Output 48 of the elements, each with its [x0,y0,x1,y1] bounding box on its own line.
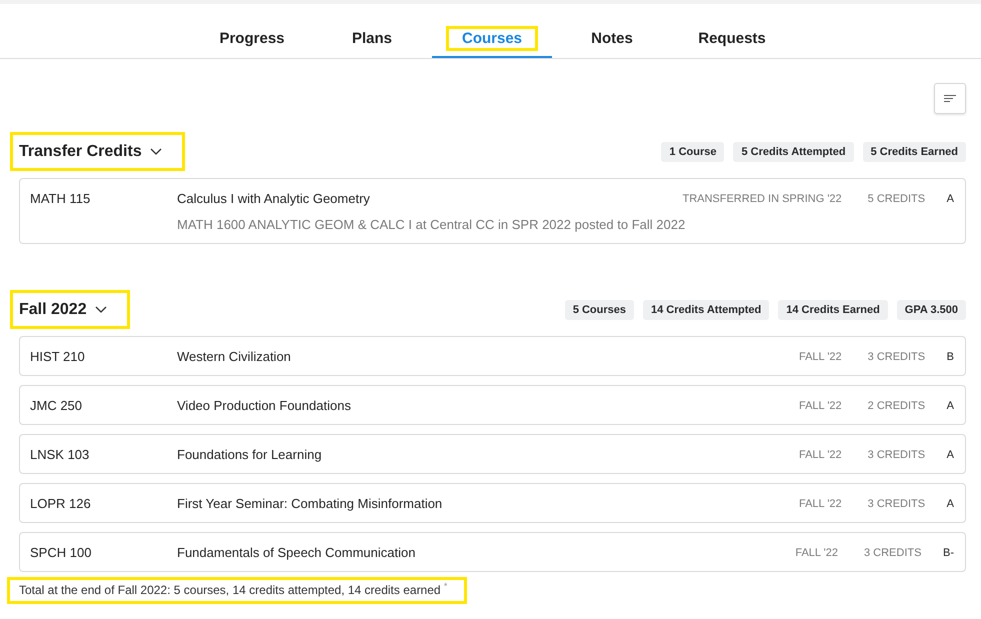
course-credits: 2 CREDITS [868,399,926,414]
course-code: LNSK 103 [30,447,90,463]
course-grade: A [946,399,954,414]
course-code: MATH 115 [30,191,90,207]
course-note: MATH 1600 ANALYTIC GEOM & CALC I at Central CC in SPR 2022 posted to Fall 2022 [177,217,686,233]
course-title: Fundamentals of Speech Communication [177,545,416,561]
course-credits: 3 CREDITS [864,546,922,561]
course-grade: A [946,448,954,463]
course-credits: 5 CREDITS [868,192,926,207]
course-code: SPCH 100 [30,545,92,561]
course-grade: B- [943,546,954,561]
stat-badge: 1 Course [661,142,724,162]
sort-button[interactable] [934,83,966,114]
section-toggle[interactable]: Transfer Credits [10,132,185,171]
section-toggle[interactable]: Fall 2022 [10,290,130,329]
course-title: Western Civilization [177,349,291,365]
course-credits: 3 CREDITS [868,448,926,463]
stat-badge: 5 Courses [564,300,634,320]
course-title: Video Production Foundations [177,398,351,414]
course-code: JMC 250 [30,398,82,414]
stat-badge: 14 Credits Earned [778,300,888,320]
tab[interactable]: Progress [192,4,312,58]
course-title: Calculus I with Analytic Geometry [177,191,370,207]
course-grade: A [946,192,954,207]
tab[interactable]: Courses [432,4,552,58]
stat-badge: 5 Credits Earned [862,142,966,162]
tab[interactable]: Notes [552,4,672,58]
course-title: Foundations for Learning [177,447,322,463]
course-term: TRANSFERRED IN SPRING '22 [682,192,842,207]
course-term: FALL '22 [798,497,842,512]
stat-badge: GPA 3.500 [896,300,966,320]
stat-badge: 5 Credits Attempted [733,142,854,162]
course-term: FALL '22 [798,350,842,365]
stat-badge: 14 Credits Attempted [643,300,770,320]
course-term: FALL '22 [798,399,842,414]
tab[interactable]: Plans [312,4,432,58]
term-total-text: Total at the end of Fall 2022: 5 courses, 14 credits attempted, 14 credits earned $^{*}$ [7,577,468,604]
course-grade: A [946,497,954,512]
course-term: FALL '22 [798,448,842,463]
course-code: LOPR 126 [30,496,91,512]
course-credits: 3 CREDITS [868,497,926,512]
course-term: FALL '22 [795,546,838,561]
tab[interactable]: Requests [672,4,792,58]
course-code: HIST 210 [30,349,85,365]
sort-icon [944,95,956,102]
course-title: First Year Seminar: Combating Misinformation [177,496,442,512]
course-grade: B [946,350,954,365]
course-credits: 3 CREDITS [868,350,926,365]
